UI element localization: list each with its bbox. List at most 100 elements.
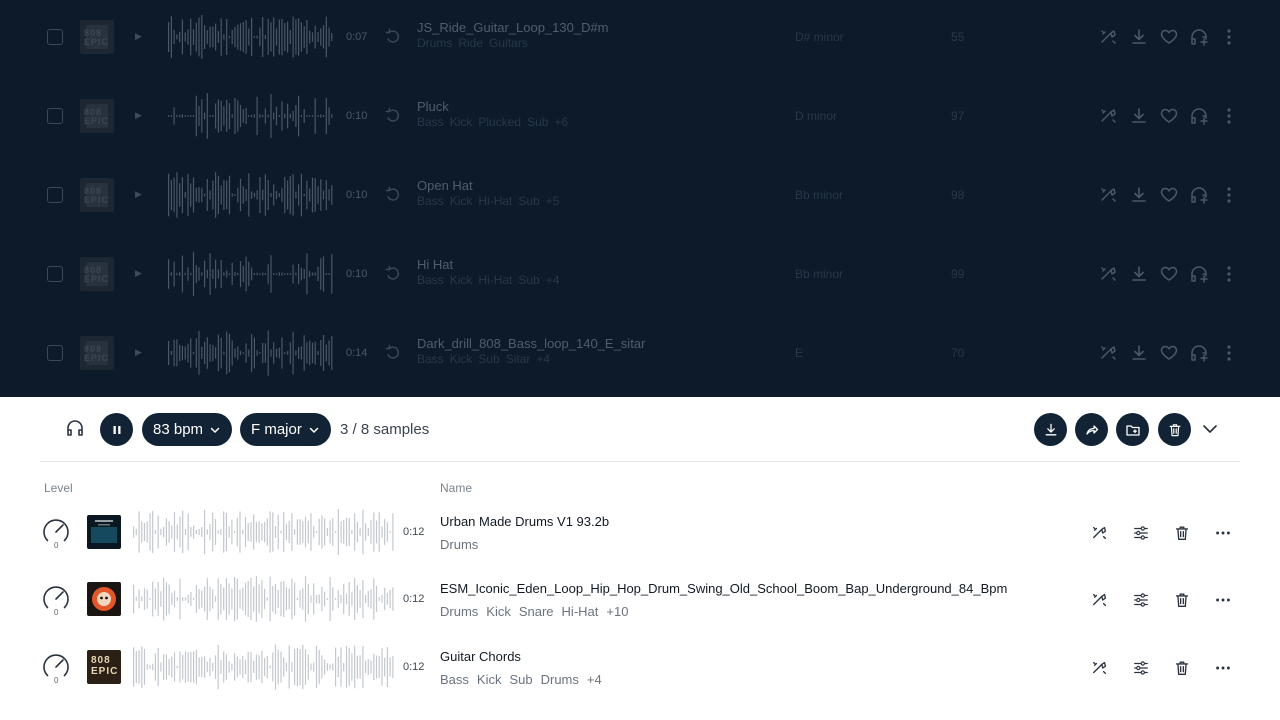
- library-row[interactable]: 808 EPIC ▶ 0:10 Pluck Bass Kick Plucked Sub +6 D …: [0, 79, 1280, 158]
- tag[interactable]: Kick: [477, 672, 502, 687]
- clear-stack-button[interactable]: [1158, 413, 1191, 446]
- add-to-stack-icon[interactable]: [1189, 27, 1209, 47]
- more-icon[interactable]: [1219, 106, 1239, 126]
- tag[interactable]: Ride: [458, 36, 483, 50]
- tag[interactable]: +4: [587, 672, 602, 687]
- tag[interactable]: Kick: [486, 604, 511, 619]
- sample-name[interactable]: Open Hat: [417, 178, 473, 193]
- tag[interactable]: Sub: [478, 352, 499, 366]
- waveform[interactable]: [133, 576, 395, 622]
- tag[interactable]: Kick: [450, 194, 473, 208]
- tag[interactable]: Drums: [417, 36, 452, 50]
- match-icon[interactable]: [1091, 659, 1109, 677]
- tag[interactable]: Bass: [417, 352, 444, 366]
- sample-name[interactable]: Urban Made Drums V1 93.2b: [440, 514, 609, 529]
- tag[interactable]: Sitar: [506, 352, 531, 366]
- match-icon[interactable]: [1091, 591, 1109, 609]
- waveform[interactable]: [168, 330, 334, 376]
- heart-icon[interactable]: [1159, 264, 1179, 284]
- play-icon[interactable]: ▶: [135, 189, 142, 200]
- trash-icon[interactable]: [1173, 524, 1191, 542]
- play-icon[interactable]: ▶: [135, 347, 142, 358]
- sample-name[interactable]: Hi Hat: [417, 257, 453, 272]
- tag[interactable]: Guitars: [489, 36, 528, 50]
- tag[interactable]: Snare: [519, 604, 554, 619]
- heart-icon[interactable]: [1159, 27, 1179, 47]
- waveform[interactable]: [133, 644, 395, 690]
- adjust-icon[interactable]: [1132, 524, 1150, 542]
- tag[interactable]: Bass: [417, 273, 444, 287]
- tag[interactable]: +6: [554, 115, 568, 129]
- download-icon[interactable]: [1129, 27, 1149, 47]
- download-icon[interactable]: [1129, 264, 1149, 284]
- match-icon[interactable]: [1099, 106, 1119, 126]
- collapse-panel-button[interactable]: [1200, 419, 1220, 439]
- waveform[interactable]: [168, 14, 334, 60]
- tag[interactable]: Drums: [541, 672, 579, 687]
- bpm-dropdown[interactable]: 83 bpm: [142, 413, 233, 446]
- tag[interactable]: Sub: [527, 115, 548, 129]
- add-to-stack-icon[interactable]: [1189, 343, 1209, 363]
- waveform[interactable]: [168, 93, 334, 139]
- download-icon[interactable]: [1129, 343, 1149, 363]
- match-icon[interactable]: [1099, 343, 1119, 363]
- download-icon[interactable]: [1129, 106, 1149, 126]
- adjust-icon[interactable]: [1132, 659, 1150, 677]
- tag[interactable]: Drums: [440, 537, 478, 552]
- library-row[interactable]: 808 EPIC ▶ 0:10 Hi Hat Bass Kick Hi-Hat Sub +4 Bb…: [0, 237, 1280, 316]
- tag[interactable]: Kick: [450, 115, 473, 129]
- more-icon[interactable]: [1219, 343, 1239, 363]
- match-icon[interactable]: [1091, 524, 1109, 542]
- row-checkbox[interactable]: [47, 266, 63, 282]
- stack-row[interactable]: 0 808 EPIC 0:12 Guitar Chords Bass Kick Sub Dru…: [0, 635, 1280, 699]
- tag[interactable]: +4: [536, 352, 550, 366]
- tag[interactable]: Hi-Hat: [562, 604, 599, 619]
- waveform[interactable]: [168, 172, 334, 218]
- more-icon[interactable]: [1214, 591, 1232, 609]
- match-icon[interactable]: [1099, 264, 1119, 284]
- sample-name[interactable]: Pluck: [417, 99, 449, 114]
- add-to-stack-icon[interactable]: [1189, 264, 1209, 284]
- tag[interactable]: Sub: [518, 273, 539, 287]
- add-to-stack-icon[interactable]: [1189, 106, 1209, 126]
- sample-name[interactable]: JS_Ride_Guitar_Loop_130_D#m: [417, 20, 609, 35]
- row-checkbox[interactable]: [47, 345, 63, 361]
- more-icon[interactable]: [1219, 27, 1239, 47]
- heart-icon[interactable]: [1159, 343, 1179, 363]
- sample-name[interactable]: ESM_Iconic_Eden_Loop_Hip_Hop_Drum_Swing_…: [440, 581, 1007, 596]
- sample-name[interactable]: Dark_drill_808_Bass_loop_140_E_sitar: [417, 336, 645, 351]
- tag[interactable]: Hi-Hat: [478, 194, 512, 208]
- adjust-icon[interactable]: [1132, 591, 1150, 609]
- more-icon[interactable]: [1219, 264, 1239, 284]
- row-checkbox[interactable]: [47, 108, 63, 124]
- tag[interactable]: Kick: [450, 352, 473, 366]
- download-stack-button[interactable]: [1034, 413, 1067, 446]
- play-icon[interactable]: ▶: [135, 268, 142, 279]
- tag[interactable]: Sub: [509, 672, 532, 687]
- stack-row[interactable]: 0 0:12 Urban Made Drums V1 93.2b Drums: [0, 500, 1280, 564]
- heart-icon[interactable]: [1159, 106, 1179, 126]
- tag[interactable]: +10: [606, 604, 628, 619]
- key-dropdown[interactable]: F major: [240, 413, 331, 446]
- tag[interactable]: Hi-Hat: [478, 273, 512, 287]
- match-icon[interactable]: [1099, 27, 1119, 47]
- play-icon[interactable]: ▶: [135, 31, 142, 42]
- pause-button[interactable]: [100, 413, 133, 446]
- tag[interactable]: Plucked: [478, 115, 521, 129]
- headphones-icon[interactable]: [64, 417, 86, 439]
- add-to-stack-icon[interactable]: [1189, 185, 1209, 205]
- tag[interactable]: +5: [546, 194, 560, 208]
- more-icon[interactable]: [1219, 185, 1239, 205]
- tag[interactable]: Bass: [417, 115, 444, 129]
- library-row[interactable]: 808 EPIC ▶ 0:07 JS_Ride_Guitar_Loop_130_D#m…: [0, 0, 1280, 79]
- tag[interactable]: Sub: [518, 194, 539, 208]
- tag[interactable]: Drums: [440, 604, 478, 619]
- match-icon[interactable]: [1099, 185, 1119, 205]
- tag[interactable]: +4: [546, 273, 560, 287]
- tag[interactable]: Bass: [440, 672, 469, 687]
- sample-name[interactable]: Guitar Chords: [440, 649, 521, 664]
- trash-icon[interactable]: [1173, 659, 1191, 677]
- tag[interactable]: Kick: [450, 273, 473, 287]
- heart-icon[interactable]: [1159, 185, 1179, 205]
- tag[interactable]: Bass: [417, 194, 444, 208]
